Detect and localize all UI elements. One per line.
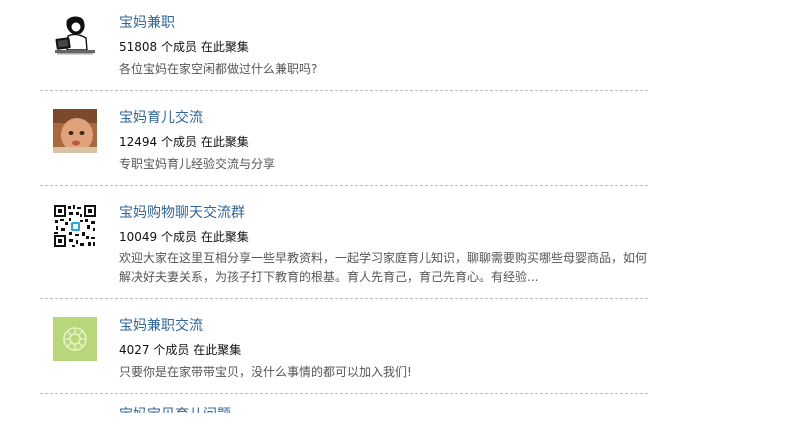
- group-title-link[interactable]: 宝妈育儿交流: [119, 109, 203, 127]
- group-avatar-qr[interactable]: [53, 204, 97, 248]
- group-description: 只要你是在家带带宝贝，没什么事情的都可以加入我们!: [119, 365, 412, 379]
- group-item: 宝妈育儿交流 12494 个成员 在此聚集 专职宝妈育儿经验交流与分享: [40, 91, 648, 186]
- member-count-line: 4027 个成员 在此聚集: [119, 342, 241, 358]
- group-list: 宝妈兼职 51808 个成员 在此聚集 各位宝妈在家空闲都做过什么兼职吗? 宝妈…: [40, 0, 648, 424]
- group-avatar-mom-computer[interactable]: [53, 14, 97, 58]
- member-count-line: 12494 个成员 在此聚集: [119, 134, 249, 150]
- cartoon-mom-icon: [53, 14, 97, 58]
- member-suffix: 个成员 在此聚集: [161, 135, 249, 149]
- group-title-link[interactable]: 宝妈购物聊天交流群: [119, 204, 245, 222]
- group-item: 宝妈宝贝育儿问题: [40, 394, 648, 424]
- member-suffix: 个成员 在此聚集: [161, 40, 249, 54]
- group-description: 欢迎大家在这里互相分享一些早教资料，一起学习家庭育儿知识，聊聊需要购买哪些母婴商…: [119, 251, 648, 284]
- flower-badge-icon: [53, 317, 97, 361]
- member-count: 51808: [119, 40, 158, 54]
- member-count-line: 10049 个成员 在此聚集: [119, 229, 249, 245]
- group-title-link[interactable]: 宝妈宝贝育儿问题: [119, 406, 231, 413]
- group-description: 各位宝妈在家空闲都做过什么兼职吗?: [119, 62, 318, 76]
- baby-photo-icon: [53, 109, 97, 153]
- group-item: 宝妈兼职交流 4027 个成员 在此聚集 只要你是在家带带宝贝，没什么事情的都可…: [40, 299, 648, 394]
- group-title-link[interactable]: 宝妈兼职交流: [119, 317, 203, 335]
- group-item: 宝妈兼职 51808 个成员 在此聚集 各位宝妈在家空闲都做过什么兼职吗?: [40, 0, 648, 91]
- group-item: 宝妈购物聊天交流群 10049 个成员 在此聚集 欢迎大家在这里互相分享一些早教…: [40, 186, 648, 299]
- member-suffix: 个成员 在此聚集: [161, 230, 249, 244]
- group-avatar-flower[interactable]: [53, 317, 97, 361]
- qr-code-icon: [53, 204, 97, 248]
- member-count: 4027: [119, 343, 150, 357]
- member-count-line: 51808 个成员 在此聚集: [119, 39, 249, 55]
- group-title-link[interactable]: 宝妈兼职: [119, 14, 175, 32]
- group-description: 专职宝妈育儿经验交流与分享: [119, 157, 276, 171]
- member-suffix: 个成员 在此聚集: [153, 343, 242, 357]
- member-count: 12494: [119, 135, 158, 149]
- member-count: 10049: [119, 230, 158, 244]
- group-avatar-baby[interactable]: [53, 109, 97, 153]
